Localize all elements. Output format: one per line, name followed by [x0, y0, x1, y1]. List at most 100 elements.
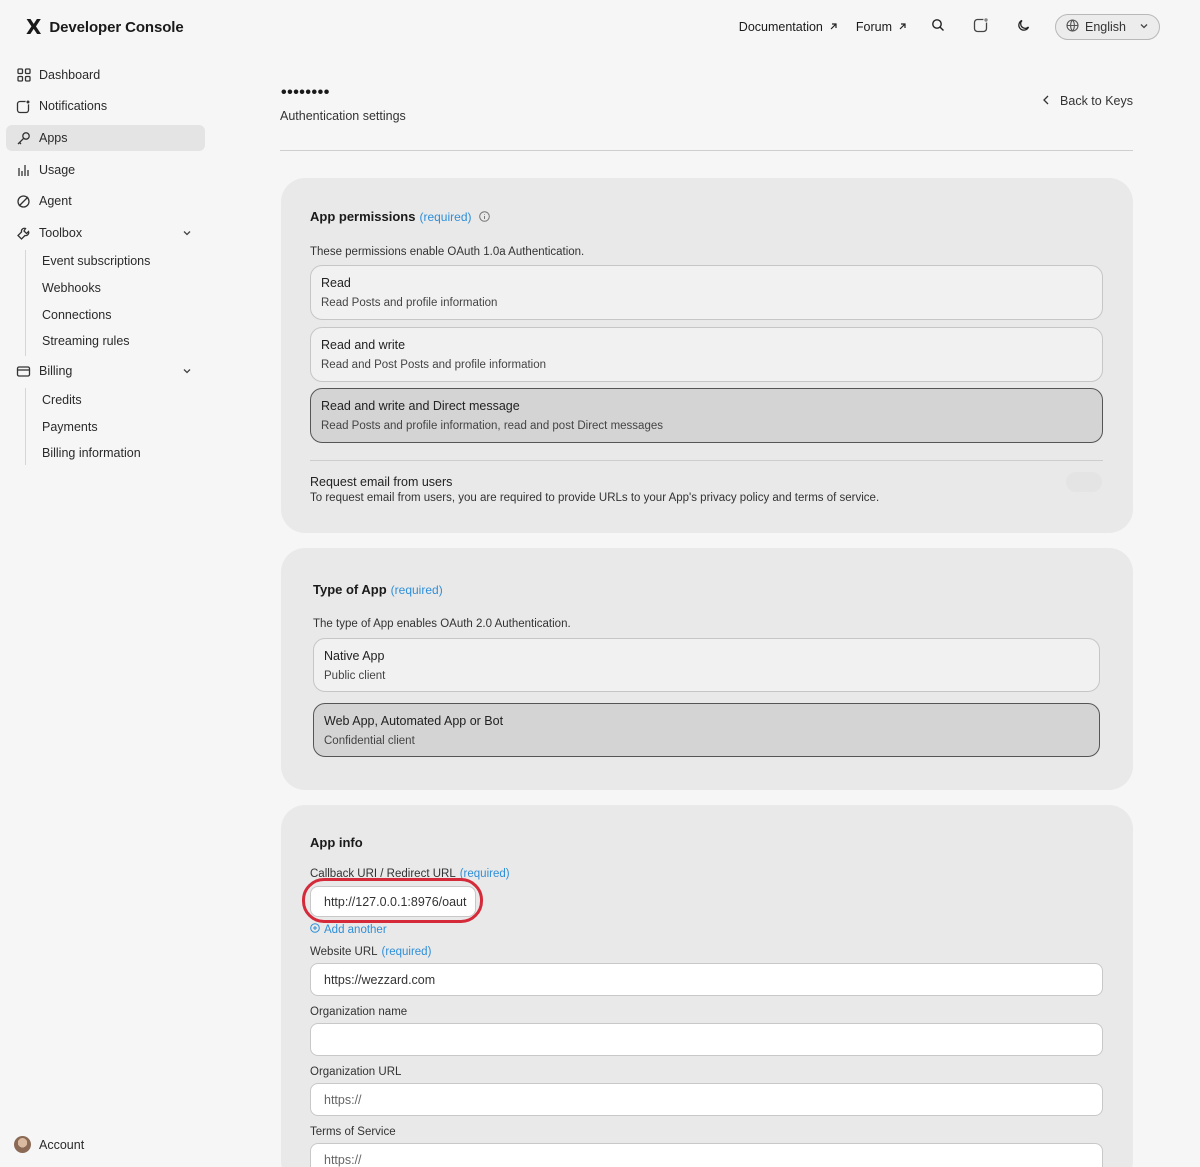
forum-link[interactable]: Forum [856, 20, 907, 34]
sidebar-item-label: Apps [39, 131, 68, 145]
sidebar-item-label: Usage [39, 163, 76, 177]
divider [310, 460, 1103, 461]
language-select[interactable]: English [1055, 14, 1160, 40]
sidebar-item-label: Agent [39, 194, 72, 208]
sidebar-item-apps[interactable]: Apps [6, 125, 205, 151]
callback-url-label-text: Callback URI / Redirect URL [310, 868, 456, 880]
email-toggle-switch[interactable] [1066, 472, 1102, 492]
website-url-label: Website URL (required) [310, 946, 431, 958]
back-to-keys-link[interactable]: Back to Keys [1042, 94, 1133, 108]
sidebar-item-billing[interactable]: Billing [6, 358, 205, 384]
x-logo-icon: X [26, 15, 42, 39]
sidebar-item-streaming-rules[interactable]: Streaming rules [42, 332, 130, 350]
agent-icon [16, 194, 31, 209]
option-title: Read [321, 276, 351, 290]
sidebar-item-label: Billing [39, 364, 73, 378]
avatar [14, 1136, 31, 1153]
sidebar-item-payments[interactable]: Payments [42, 418, 98, 436]
callback-url-input[interactable] [310, 886, 476, 917]
sidebar-item-credits[interactable]: Credits [42, 391, 82, 409]
sidebar-item-usage[interactable]: Usage [6, 157, 205, 183]
brand[interactable]: X Developer Console [26, 16, 184, 38]
organization-url-label: Organization URL [310, 1066, 402, 1078]
organization-name-input[interactable] [310, 1023, 1103, 1056]
brand-title: Developer Console [49, 18, 184, 36]
add-another-callback-button[interactable]: Add another [310, 923, 387, 936]
credit-card-icon [16, 364, 31, 379]
grid-icon [16, 68, 31, 83]
option-title: Web App, Automated App or Bot [324, 714, 504, 728]
sidebar: X Developer Console Dashboard Notificati… [0, 0, 215, 1167]
globe-icon [1066, 19, 1079, 35]
add-another-label: Add another [324, 923, 387, 936]
app-permissions-card: App permissions (required) These permissi… [281, 178, 1133, 533]
key-icon [16, 131, 31, 146]
permission-option-read[interactable]: Read Read Posts and profile information [310, 265, 1103, 320]
section-title: App permissions (required) [310, 209, 490, 225]
permission-option-read-write[interactable]: Read and write Read and Post Posts and p… [310, 327, 1103, 382]
required-badge: (required) [390, 583, 443, 597]
documentation-label: Documentation [738, 20, 823, 34]
sidebar-item-dashboard[interactable]: Dashboard [6, 62, 205, 88]
section-title: App info [310, 835, 363, 850]
option-title: Native App [324, 649, 385, 663]
info-icon[interactable] [479, 210, 490, 225]
app-name: •••••••• [281, 84, 330, 101]
wrench-icon [16, 226, 31, 241]
chevron-down-icon [1139, 20, 1149, 34]
section-description: The type of App enables OAuth 2.0 Authen… [313, 618, 571, 630]
sidebar-item-webhooks[interactable]: Webhooks [42, 279, 101, 297]
sidebar-item-label: Toolbox [39, 226, 83, 240]
page-subtitle: Authentication settings [280, 109, 406, 123]
chevron-left-icon [1042, 94, 1050, 108]
type-of-app-card: Type of App (required) The type of App en… [281, 548, 1133, 790]
option-subtitle: Public client [324, 670, 386, 682]
sidebar-item-notifications[interactable]: Notifications [6, 93, 205, 119]
organization-url-input[interactable] [310, 1083, 1103, 1116]
billing-tree-line [25, 388, 26, 465]
permission-option-read-write-dm[interactable]: Read and write and Direct message Read P… [310, 388, 1103, 443]
sidebar-item-billing-information[interactable]: Billing information [42, 444, 141, 462]
section-title-text: Type of App [313, 582, 387, 597]
section-title: Type of App (required) [313, 582, 443, 597]
chevron-down-icon[interactable] [181, 365, 193, 377]
sidebar-item-event-subscriptions[interactable]: Event subscriptions [42, 252, 150, 270]
notification-icon [973, 16, 989, 38]
required-badge: (required) [459, 868, 510, 880]
option-subtitle: Read Posts and profile information, read… [321, 420, 663, 432]
theme-toggle-button[interactable] [1011, 14, 1037, 40]
divider [280, 150, 1133, 151]
plus-circle-icon [310, 923, 320, 936]
terms-of-service-label: Terms of Service [310, 1126, 396, 1138]
account-label: Account [39, 1137, 85, 1152]
app-type-option-native[interactable]: Native App Public client [313, 638, 1100, 692]
sidebar-item-label: Notifications [39, 99, 108, 113]
back-label: Back to Keys [1060, 94, 1133, 108]
sidebar-item-toolbox[interactable]: Toolbox [6, 220, 205, 246]
option-title: Read and write [321, 338, 406, 352]
account-menu[interactable]: Account [14, 1136, 84, 1153]
option-subtitle: Read Posts and profile information [321, 297, 498, 309]
sidebar-item-agent[interactable]: Agent [6, 188, 205, 214]
app-type-option-web[interactable]: Web App, Automated App or Bot Confidenti… [313, 703, 1100, 757]
notifications-button[interactable] [968, 14, 994, 40]
sidebar-item-connections[interactable]: Connections [42, 306, 112, 324]
arrow-up-right-icon [829, 20, 838, 34]
callback-url-label: Callback URI / Redirect URL (required) [310, 868, 510, 880]
toolbox-tree-line [25, 250, 26, 356]
email-toggle-description: To request email from users, you are req… [310, 492, 880, 504]
sidebar-item-label: Dashboard [39, 68, 101, 82]
arrow-up-right-icon [898, 20, 907, 34]
topbar: Documentation Forum English [739, 14, 1160, 40]
search-icon [931, 18, 945, 37]
search-button[interactable] [925, 14, 951, 40]
website-url-label-text: Website URL [310, 946, 378, 958]
language-label: English [1085, 20, 1126, 34]
option-subtitle: Confidential client [324, 735, 415, 747]
terms-of-service-input[interactable] [310, 1143, 1103, 1167]
chevron-down-icon[interactable] [181, 227, 193, 239]
option-subtitle: Read and Post Posts and profile informat… [321, 359, 547, 371]
documentation-link[interactable]: Documentation [739, 20, 838, 34]
option-title: Read and write and Direct message [321, 399, 520, 413]
website-url-input[interactable] [310, 963, 1103, 996]
